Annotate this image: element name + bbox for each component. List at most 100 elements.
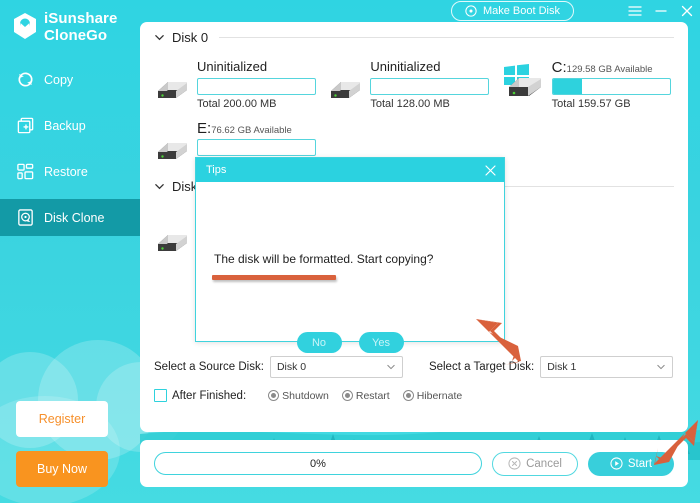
partition-item-c[interactable]: C:129.58 GB Available Total 159.57 GB (501, 59, 674, 110)
brand-line-2: CloneGo (44, 27, 108, 44)
dialog-title-bar: Tips (196, 158, 504, 182)
target-disk-label: Select a Target Disk: (428, 361, 535, 373)
partition-total: Total 200.00 MB (197, 98, 277, 110)
disk-clone-icon (18, 209, 33, 226)
partition-body: Uninitialized Total 128.00 MB (370, 59, 490, 110)
partition-usage-bar (197, 78, 316, 95)
partition-row: Uninitialized Total 200.00 MB Uninitiali… (154, 53, 674, 110)
chevron-down-icon (155, 184, 164, 190)
make-boot-disk-button[interactable]: Make Boot Disk (450, 1, 574, 21)
minimize-icon (655, 10, 667, 12)
chevron-down-icon (657, 364, 665, 370)
backup-plus-icon (17, 117, 34, 134)
chevron-down-icon (387, 364, 395, 370)
close-button[interactable] (674, 0, 700, 22)
sidebar-nav: Copy Backup Restore Disk Clone (0, 61, 140, 236)
radio-label: Shutdown (282, 389, 329, 402)
partition-drive-letter: C: (551, 59, 567, 76)
dialog-yes-button[interactable]: Yes (358, 332, 404, 353)
cancel-x-icon (508, 457, 521, 470)
sidebar-item-backup[interactable]: Backup (0, 107, 140, 144)
dialog-message: The disk will be formatted. Start copyin… (214, 252, 434, 266)
partition-body: Uninitialized Total 200.00 MB (197, 59, 316, 110)
sidebar-cta-group: Register Buy Now (16, 401, 108, 487)
dialog-close-button[interactable] (484, 164, 497, 177)
radio-dot-icon (402, 390, 414, 401)
partition-label: C:129.58 GB Available (552, 59, 671, 76)
source-disk-select[interactable]: Disk 0 (269, 356, 403, 378)
sidebar-item-copy[interactable]: Copy (0, 61, 140, 98)
target-disk-select[interactable]: Disk 1 (540, 356, 674, 378)
application-window: iSunshare CloneGo Copy Backup Restore Di… (0, 0, 700, 503)
hamburger-menu-button[interactable] (622, 0, 648, 22)
hard-disk-icon (158, 82, 187, 98)
restore-grid-icon (17, 163, 34, 180)
disc-icon (465, 5, 477, 17)
partition-usage-bar (370, 78, 490, 95)
start-button[interactable]: Start (588, 451, 674, 476)
partition-drive-letter: E: (197, 120, 212, 137)
minimize-button[interactable] (648, 0, 674, 22)
partition-label: E:76.62 GB Available (197, 120, 316, 137)
close-icon (681, 5, 693, 17)
buy-now-button[interactable]: Buy Now (16, 451, 108, 487)
disk-select-row: Select a Source Disk: Disk 0 Select a Ta… (154, 356, 674, 378)
partition-usage-bar (551, 78, 671, 95)
start-label: Start (627, 457, 653, 470)
disk-group-header[interactable]: Disk 0 (154, 22, 674, 53)
shield-logo-icon (14, 13, 36, 39)
register-button[interactable]: Register (16, 401, 108, 437)
partition-body: C:129.58 GB Available Total 159.57 GB (551, 59, 671, 110)
partition-item[interactable]: Uninitialized Total 200.00 MB (154, 59, 327, 110)
cancel-button[interactable]: Cancel (492, 451, 578, 476)
windows-disk-icon (503, 64, 541, 96)
sidebar-item-disk-clone[interactable]: Disk Clone (0, 199, 140, 236)
title-bar: Make Boot Disk (140, 0, 700, 22)
close-icon (485, 164, 496, 176)
sidebar-item-label: Backup (44, 118, 86, 133)
partition-available: 129.58 GB Available (566, 64, 653, 75)
brand-line-1: iSunshare (44, 10, 118, 27)
hard-disk-icon (331, 82, 361, 98)
play-icon (610, 457, 623, 470)
hard-disk-icon (158, 235, 187, 251)
sidebar-item-restore[interactable]: Restore (0, 153, 140, 190)
partition-item[interactable]: Uninitialized Total 128.00 MB (327, 59, 500, 110)
chevron-down-icon (155, 35, 164, 41)
source-disk-value: Disk 0 (276, 361, 307, 373)
hamburger-menu-icon (628, 6, 642, 16)
brand: iSunshare CloneGo (0, 0, 140, 44)
after-finished-options: Shutdown Restart Hibernate (268, 390, 462, 402)
source-disk-label: Select a Source Disk: (154, 361, 264, 373)
radio-restart[interactable]: Restart (341, 389, 390, 402)
sidebar-item-label: Copy (44, 72, 74, 87)
partition-label: Uninitialized (197, 59, 316, 76)
hard-disk-icon (158, 143, 187, 159)
radio-label: Hibernate (416, 389, 463, 402)
partition-body: E:76.62 GB Available (197, 120, 316, 156)
partition-usage-bar (197, 139, 316, 156)
target-disk-value: Disk 1 (547, 361, 577, 373)
sidebar-item-label: Disk Clone (44, 210, 105, 225)
partition-row: E:76.62 GB Available (154, 110, 674, 163)
divider (219, 37, 674, 38)
cancel-label: Cancel (526, 457, 562, 470)
partition-total: Total 159.57 GB (551, 98, 631, 110)
message-underline-annotation (212, 275, 336, 280)
partition-total: Total 128.00 MB (370, 98, 450, 110)
partition-label: Uninitialized (370, 59, 489, 76)
partition-available: 76.62 GB Available (211, 125, 292, 136)
partition-name: Uninitialized (370, 59, 441, 74)
partition-usage-fill (552, 79, 582, 94)
make-boot-disk-label: Make Boot Disk (482, 5, 560, 17)
partition-name: Uninitialized (197, 59, 268, 74)
radio-hibernate[interactable]: Hibernate (402, 389, 463, 402)
radio-dot-icon (268, 390, 280, 401)
dialog-body: The disk will be formatted. Start copyin… (196, 182, 504, 353)
radio-shutdown[interactable]: Shutdown (268, 390, 329, 402)
brand-text: iSunshare CloneGo (44, 10, 117, 44)
dialog-no-button[interactable]: No (296, 332, 342, 353)
sidebar-item-label: Restore (44, 164, 88, 179)
after-finished-checkbox[interactable] (154, 389, 167, 402)
radio-label: Restart (355, 389, 390, 402)
